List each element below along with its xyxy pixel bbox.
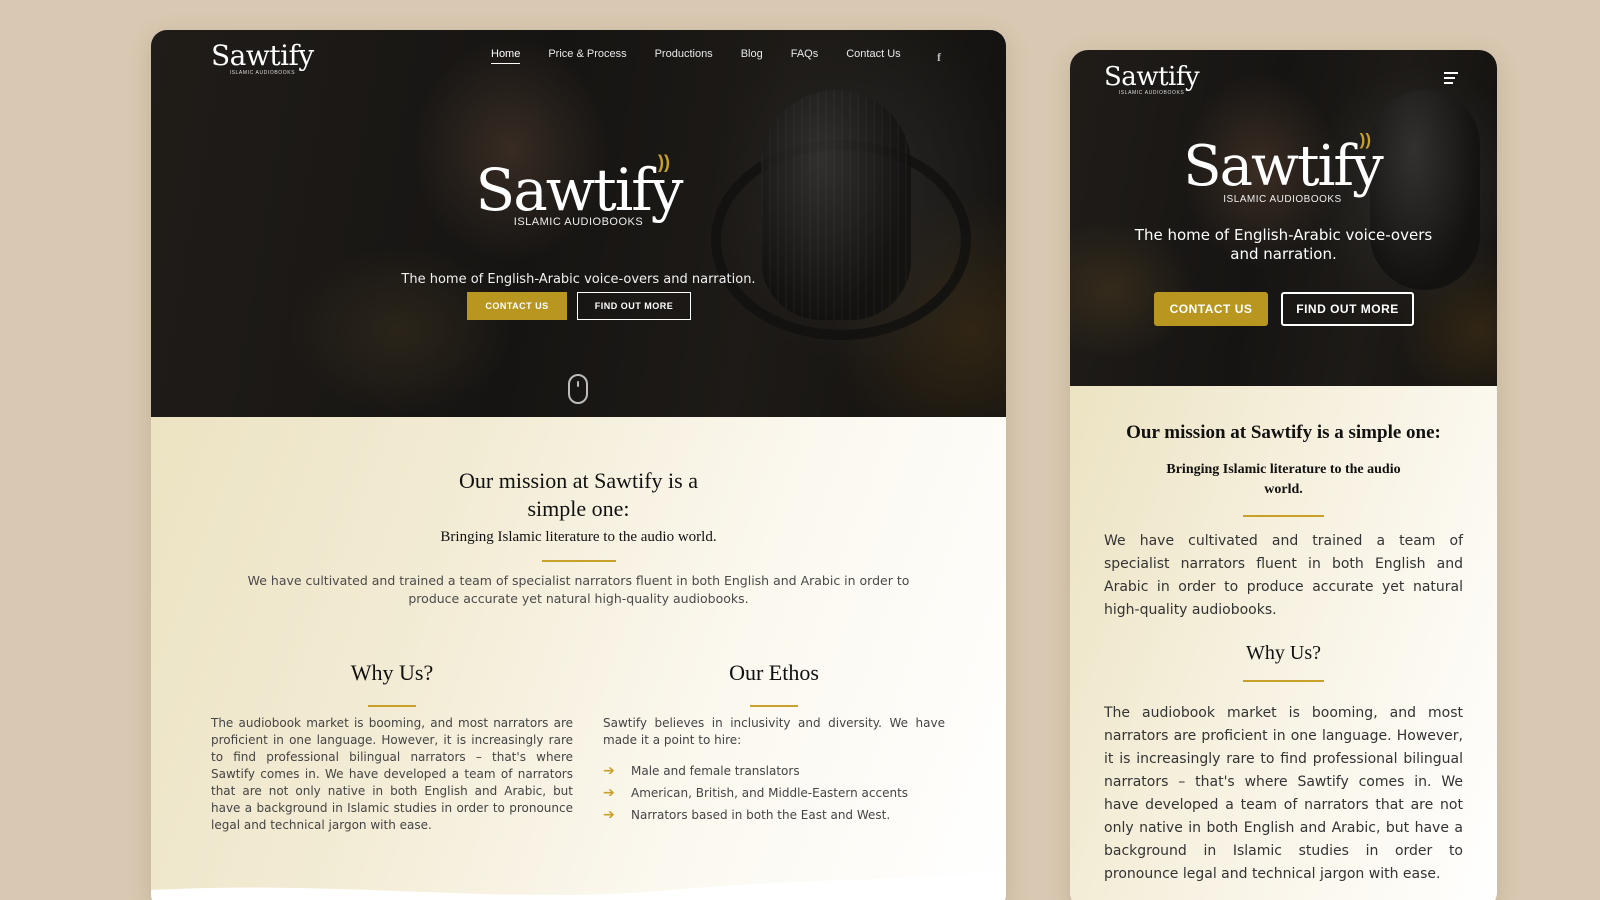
arrow-right-icon: ➔ [603,807,615,823]
our-ethos-heading: Our Ethos [729,660,819,685]
menu-line [1444,82,1453,84]
ethos-list: ➔ Male and female translators ➔ American, … [603,763,908,829]
nav-productions[interactable]: Productions [655,48,713,64]
mobile-hero-logo: Sawtify )) ISLAMIC AUDIOBOOKS [1160,130,1405,205]
contact-us-button[interactable]: CONTACT US [467,292,567,320]
mobile-header-logo[interactable]: Sawtify ISLAMIC AUDIOBOOKS [1104,62,1200,96]
why-us-heading: Why Us? [350,660,434,685]
ethos-item-text: Narrators based in both the East and Wes… [631,808,891,822]
nav-faqs[interactable]: FAQs [791,48,819,64]
mobile-hero-tagline: The home of English-Arabic voice-overs a… [1134,226,1433,263]
mobile-mission-divider [1243,515,1324,517]
mission-divider [542,560,616,562]
arrow-right-icon: ➔ [603,763,615,779]
list-item: ➔ American, British, and Middle-Eastern a… [603,785,908,801]
mobile-mission-heading: Our mission at Sawtify is a simple one: [1126,422,1441,443]
mobile-hero-section: Sawtify ISLAMIC AUDIOBOOKS Sawtify )) IS… [1070,50,1497,386]
mobile-why-us-divider [1243,680,1324,682]
scroll-mouse-icon[interactable] [568,374,588,404]
mobile-why-us-paragraph: The audiobook market is booming, and mos… [1104,705,1463,882]
sound-waves-icon: )) [658,152,670,172]
mission-paragraph: We have cultivated and trained a team of… [247,573,910,606]
nav-contact-us[interactable]: Contact Us [846,48,900,64]
ethos-item-text: American, British, and Middle-Eastern ac… [631,786,909,800]
why-us-divider [368,705,416,707]
hero-section: Sawtify ISLAMIC AUDIOBOOKS Home Price & … [151,30,1006,417]
menu-line [1444,72,1458,74]
mobile-mockup: Sawtify ISLAMIC AUDIOBOOKS Sawtify )) IS… [1070,50,1497,900]
hero-logo: Sawtify )) ISLAMIC AUDIOBOOKS [451,152,706,228]
hero-overlay [1070,50,1497,386]
mobile-why-us-heading: Why Us? [1246,642,1321,664]
nav-price-process[interactable]: Price & Process [548,48,626,64]
wave-divider [151,870,1006,900]
mission-heading-line1: Our mission at Sawtify is a [459,468,698,493]
ethos-item-text: Male and female translators [631,764,800,778]
hero-logo-wordmark: Sawtify [1183,134,1383,199]
hamburger-menu-icon[interactable] [1444,72,1458,84]
mission-section: Our mission at Sawtify is a simple one: … [151,417,1006,900]
mobile-find-out-more-button[interactable]: FIND OUT MORE [1281,292,1414,326]
main-nav: Home Price & Process Productions Blog FA… [491,48,929,64]
hero-tagline: The home of English-Arabic voice-overs a… [401,272,756,287]
menu-line [1444,77,1455,79]
logo-wordmark: Sawtify [1104,62,1200,92]
why-us-paragraph: The audiobook market is booming, and mos… [211,716,573,832]
mission-heading-line2: simple one: [527,496,630,521]
list-item: ➔ Male and female translators [603,763,908,779]
desktop-mockup: Sawtify ISLAMIC AUDIOBOOKS Home Price & … [151,30,1006,900]
mobile-mission-paragraph: We have cultivated and trained a team of… [1104,533,1463,618]
hero-logo-wordmark: Sawtify [475,156,683,224]
sound-waves-icon: )) [1359,130,1371,149]
mobile-contact-us-button[interactable]: CONTACT US [1154,292,1268,326]
find-out-more-button[interactable]: FIND OUT MORE [577,292,691,320]
nav-blog[interactable]: Blog [741,48,763,64]
header-logo[interactable]: Sawtify ISLAMIC AUDIOBOOKS [211,39,314,77]
facebook-icon[interactable]: f [937,50,941,65]
logo-wordmark: Sawtify [211,39,314,72]
mission-heading: Our mission at Sawtify is a simple one: [151,467,1006,523]
mobile-mission-section: Our mission at Sawtify is a simple one: … [1070,386,1497,900]
ethos-paragraph: Sawtify believes in inclusivity and dive… [603,716,945,747]
mobile-mission-subheading: Bringing Islamic literature to the audio… [1166,462,1401,497]
ethos-divider [750,705,798,707]
nav-home[interactable]: Home [491,48,521,64]
arrow-right-icon: ➔ [603,785,615,801]
list-item: ➔ Narrators based in both the East and We… [603,807,908,823]
mission-subheading: Bringing Islamic literature to the audio… [440,529,717,545]
